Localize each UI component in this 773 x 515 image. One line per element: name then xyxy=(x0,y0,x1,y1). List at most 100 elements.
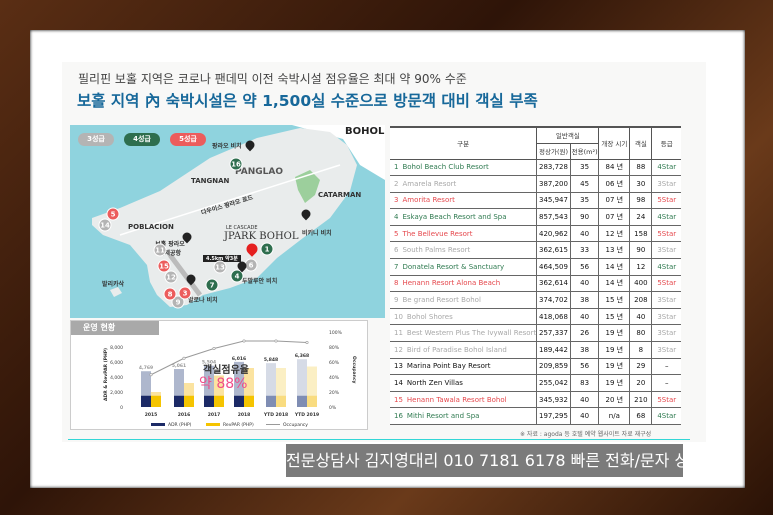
table-row: 9 Be grand Resort Bohol 374,702 38 15 년 208 3S… xyxy=(390,291,681,309)
cell-rooms: 40 xyxy=(629,308,652,326)
hotel-name: Bohol Shores xyxy=(406,312,453,321)
hotel-marker: 1 xyxy=(260,242,274,256)
cell-area: 26 xyxy=(569,324,599,343)
revpar-bar-base xyxy=(244,395,254,407)
cell-grade: 3Star xyxy=(651,241,681,260)
row-number: 10 xyxy=(394,312,403,321)
cell-rooms: 12 xyxy=(629,258,652,276)
cell-opened: 07 년 xyxy=(598,192,630,210)
cell-rooms: 210 xyxy=(629,391,652,409)
cell-price: 387,200 xyxy=(536,175,571,193)
table-row: 16 Mithi Resort and Spa 197,295 40 n/a 68 4Sta… xyxy=(390,407,681,425)
legend-swatch xyxy=(151,423,165,426)
cell-rooms: 30 xyxy=(629,175,652,193)
table-row: 4 Eskaya Beach Resort and Spa 857,543 90 07 … xyxy=(390,208,681,226)
hotel-marker: 16 xyxy=(229,157,243,171)
cell-opened: n/a xyxy=(598,407,630,425)
cell-area: 40 xyxy=(569,308,599,326)
adr-data-label: 4,769 xyxy=(139,365,153,371)
cell-grade: – xyxy=(651,374,681,392)
cell-opened: 15 년 xyxy=(598,291,630,309)
y2-tick: 20% xyxy=(329,390,340,396)
cell-name: 2 Amarela Resort xyxy=(390,175,537,193)
cell-grade: 5Star xyxy=(651,275,681,293)
cell-area: 56 xyxy=(569,258,599,276)
cell-rooms: 68 xyxy=(629,407,652,425)
hotel-marker: 12 xyxy=(164,270,178,284)
cell-area: 35 xyxy=(569,159,599,177)
col-rooms: 객실 xyxy=(629,126,653,160)
cell-rooms: 90 xyxy=(629,241,652,260)
cell-rooms: 400 xyxy=(629,275,652,293)
cell-name: 13 Marina Point Bay Resort xyxy=(390,358,537,376)
occupancy-point xyxy=(212,346,216,350)
row-number: 3 xyxy=(394,196,399,205)
cell-rooms: 158 xyxy=(629,225,652,243)
cell-area: 40 xyxy=(569,275,599,293)
y-tick: 0 xyxy=(120,405,123,411)
revpar-bar-base xyxy=(307,395,317,407)
legend-label: RevPAR (PHP) xyxy=(223,422,254,428)
table-row: 10 Bohol Shores 418,068 40 15 년 40 3Star xyxy=(390,308,681,326)
y2-axis-label: Occupancy xyxy=(351,356,357,383)
table-row: 15 Henann Tawala Resort Bohol 345,932 40 20 … xyxy=(390,391,681,409)
cell-area: 35 xyxy=(569,192,599,210)
x-tick: 2015 xyxy=(145,412,158,418)
cell-name: 14 North Zen Villas xyxy=(390,374,537,392)
y2-tick: 60% xyxy=(329,360,340,366)
page-title: 보홀 지역 內 숙박시설은 약 1,500실 수준으로 방문객 대비 객실 부족 xyxy=(77,92,538,110)
y-tick: 8,000 xyxy=(110,345,123,351)
cell-price: 255,042 xyxy=(536,374,571,392)
hotel-marker: 7 xyxy=(205,278,219,292)
annotation-value: 약 88% xyxy=(199,376,248,392)
cell-opened: 19 년 xyxy=(598,374,630,392)
y2-tick: 80% xyxy=(329,345,340,351)
x-tick: YTD 2019 xyxy=(294,412,319,418)
cell-area: 56 xyxy=(569,358,599,376)
cell-rooms: 24 xyxy=(629,208,652,226)
cell-price: 374,702 xyxy=(536,291,571,309)
legend-5star: 5성급 xyxy=(170,133,206,146)
row-number: 13 xyxy=(394,362,403,371)
cell-rooms: 98 xyxy=(629,192,652,210)
cell-rooms: 20 xyxy=(629,374,652,392)
cell-opened: 84 년 xyxy=(598,159,630,177)
hotel-name: North Zen Villas xyxy=(406,379,463,388)
cell-opened: 14 년 xyxy=(598,258,630,276)
cell-grade: 3Star xyxy=(651,324,681,343)
cell-price: 197,295 xyxy=(536,407,571,425)
cell-opened: 19 년 xyxy=(598,358,630,376)
label-catarman: CATARMAN xyxy=(318,191,362,199)
label-tangnan: TANGNAN xyxy=(191,177,230,185)
cell-name: 10 Bohol Shores xyxy=(390,308,537,326)
cell-grade: 5Star xyxy=(651,225,681,243)
cell-grade: 4Star xyxy=(651,208,681,226)
row-number: 14 xyxy=(394,379,403,388)
cell-area: 45 xyxy=(569,175,599,193)
col-grade: 등급 xyxy=(651,126,681,160)
cell-rooms: 208 xyxy=(629,291,652,309)
cell-price: 345,932 xyxy=(536,391,571,409)
x-tick: 2016 xyxy=(178,412,191,418)
revpar-bar-base xyxy=(151,395,161,407)
revpar-bar-base xyxy=(214,395,224,407)
hotel-name: The Bellevue Resort xyxy=(402,229,473,238)
x-tick: 2018 xyxy=(238,412,251,418)
legend-4star: 4성급 xyxy=(124,133,160,146)
x-tick: YTD 2018 xyxy=(263,412,288,418)
cell-opened: 12 년 xyxy=(598,225,630,243)
table-row: 7 Donatela Resort & Sanctuary 464,509 56 14 … xyxy=(390,258,681,276)
adr-bar-base xyxy=(297,395,307,407)
table-row: 12 Bird of Paradise Bohol Island 189,442 38… xyxy=(390,341,681,359)
row-number: 8 xyxy=(394,279,399,288)
row-number: 15 xyxy=(394,395,403,404)
hotel-name: Be grand Resort Bohol xyxy=(402,296,481,305)
adr-data-label: 5,061 xyxy=(172,363,186,369)
cell-opened: 19 년 xyxy=(598,324,630,343)
table-row: 6 South Palms Resort 362,615 33 13 년 90 3Star xyxy=(390,241,681,260)
cell-opened: 20 년 xyxy=(598,391,630,409)
y-axis-label: ADR & RevPAR (PHP) xyxy=(103,348,109,401)
x-tick: 2017 xyxy=(208,412,221,418)
legend-3star: 3성급 xyxy=(78,133,114,146)
table-row: 13 Marina Point Bay Resort 209,859 56 19 년 29… xyxy=(390,358,681,376)
